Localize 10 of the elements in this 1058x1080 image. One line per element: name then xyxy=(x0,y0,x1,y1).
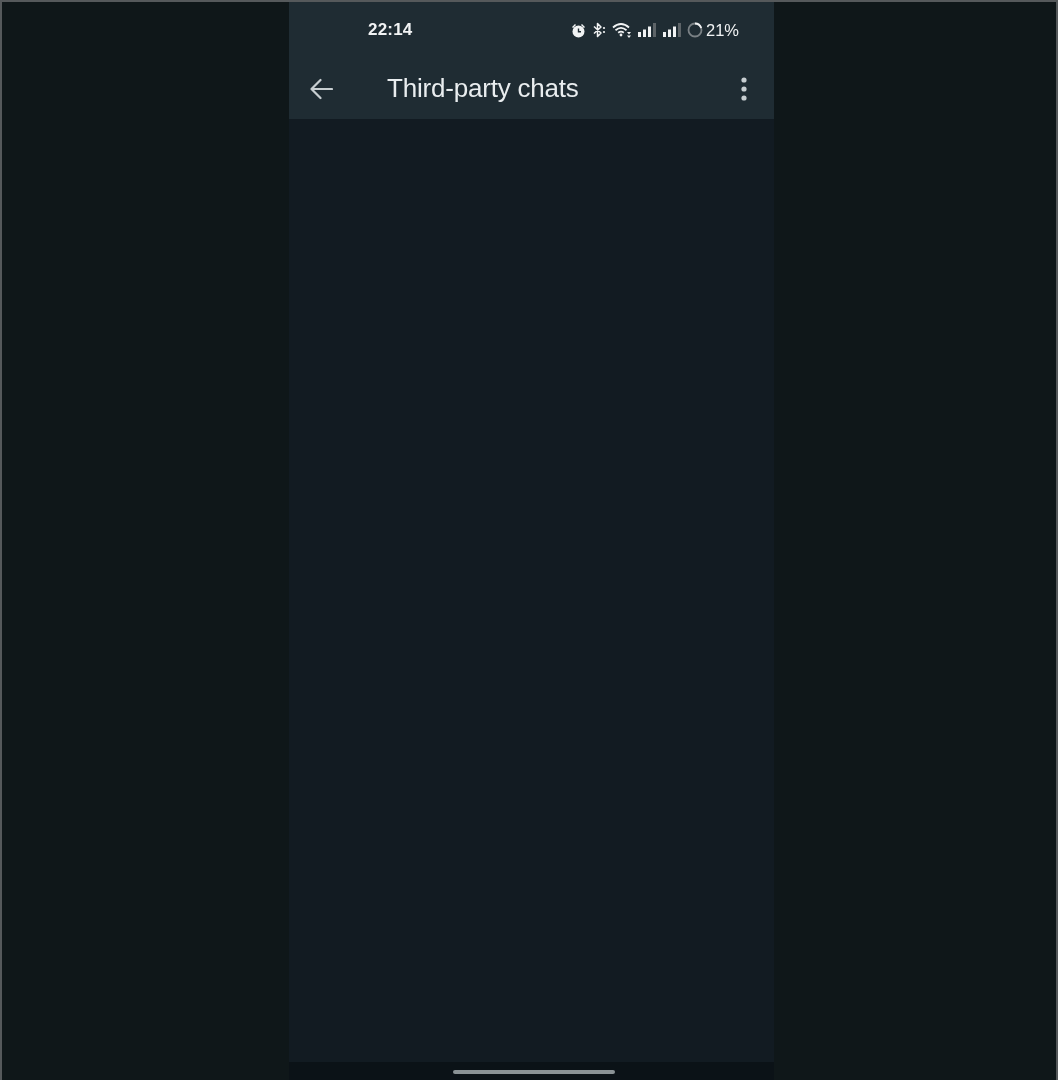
alarm-clock-icon xyxy=(570,22,586,38)
menu-icon xyxy=(741,76,747,101)
status-time: 22:14 xyxy=(368,20,413,40)
battery-ring-icon xyxy=(686,22,703,38)
screen-title: Third-party chats xyxy=(387,73,579,104)
back-arrow-icon xyxy=(309,77,333,100)
wifi-icon xyxy=(611,22,632,38)
signal-icon xyxy=(636,23,657,37)
battery-percentage: 21% xyxy=(705,20,739,40)
signal-icon xyxy=(661,23,682,37)
